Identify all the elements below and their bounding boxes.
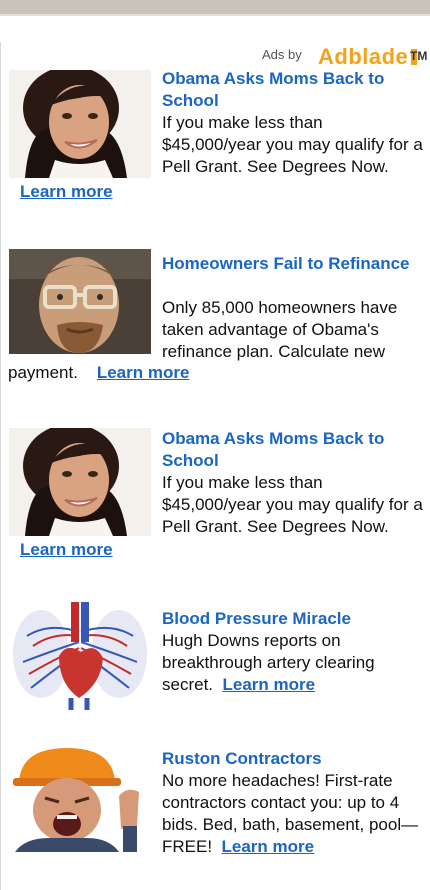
ad-description: If you make less than $45,000/year you m… [162,473,423,536]
top-bar-divider [0,14,430,16]
learn-more-link[interactable]: Learn more [222,675,315,694]
ad-text: Ruston Contractors No more headaches! Fi… [162,748,426,858]
learn-more-link[interactable]: Learn more [222,837,315,856]
trademark-mark: TM [410,49,428,63]
ad-title-link[interactable]: Obama Asks Moms Back to School [162,68,426,112]
ad-title-link[interactable]: Homeowners Fail to Refinance [162,253,426,275]
adblade-logo[interactable]: Adblade [318,44,418,70]
top-bar [0,0,430,14]
ad-image-woman[interactable] [9,70,151,178]
ad-description: If you make less than $45,000/year you m… [162,113,423,176]
yelling-contractor-photo [9,742,151,852]
ad-image-woman[interactable] [9,428,151,536]
ad-text: Obama Asks Moms Back to School If you ma… [162,428,426,538]
ad-description: Only 85,000 homeowners have taken advant… [162,298,398,361]
learn-more-link[interactable]: Learn more [20,539,113,561]
smiling-woman-photo [9,70,151,178]
ad-description-end: payment. [8,363,78,382]
ad-text: Homeowners Fail to Refinance Only 85,000… [162,253,426,363]
ad-title-link[interactable]: Blood Pressure Miracle [162,608,426,630]
ad-title-link[interactable]: Ruston Contractors [162,748,426,770]
man-with-glasses-photo [9,249,151,354]
ad-image-man[interactable] [9,249,151,354]
ad-image-contractor[interactable] [9,742,151,852]
ads-by-label: Ads by [262,47,302,62]
learn-more-link[interactable]: Learn more [20,181,113,203]
ad-description: No more headaches! First-rate contractor… [162,770,426,858]
ad-description: Hugh Downs reports on breakthrough arter… [162,630,426,696]
heart-anatomy-illustration [9,602,151,710]
adblade-logo-text: Adblade [318,44,409,69]
ad-title-link[interactable]: Obama Asks Moms Back to School [162,428,426,472]
ad-image-heart[interactable] [9,602,151,710]
smiling-woman-photo [9,428,151,536]
ad-text: Blood Pressure Miracle Hugh Downs report… [162,608,426,696]
learn-more-link[interactable]: Learn more [97,363,190,382]
ad-description-tail: payment. Learn more [8,362,189,384]
ad-text: Obama Asks Moms Back to School If you ma… [162,68,426,178]
